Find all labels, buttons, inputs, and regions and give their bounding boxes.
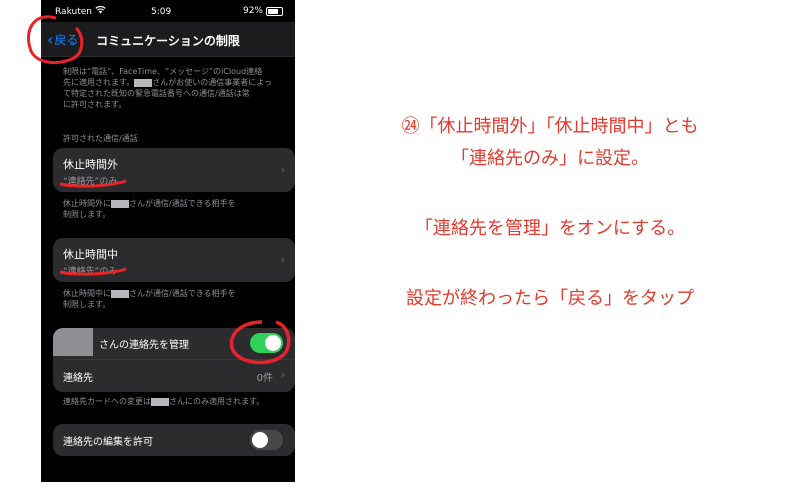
intro-line-3: て特定された既知の緊急電話番号への通信/通話は常 (63, 89, 250, 98)
annotation-line-2: 「連絡先のみ」に設定。 (451, 148, 649, 169)
downtime-in-note-line2: 制限します。 (63, 300, 111, 309)
battery-icon (266, 6, 283, 16)
toggle-knob (265, 335, 281, 351)
manage-contacts-label: さんの連絡先を管理 (99, 340, 189, 351)
intro-line-2a: 先に適用されます。 (63, 78, 135, 87)
contacts-note-a: 連絡先カードへの変更は (63, 397, 151, 406)
annotation-line-4: 設定が終わったら「戻る」をタップ (406, 288, 694, 309)
contacts-row[interactable] (53, 360, 295, 392)
status-bar: Rakuten 5:09 92% (41, 0, 295, 22)
annotation-line-1: ㉔「休止時間外」「休止時間中」とも (401, 116, 699, 137)
contacts-note-b: さんにのみ適用されます。 (169, 397, 265, 406)
allow-edit-row: 連絡先の編集を許可 (53, 424, 295, 456)
page-title: コミュニケーションの制限 (96, 34, 240, 48)
downtime-out-row[interactable]: 休止時間外 “連絡先”のみ › (53, 148, 295, 192)
wifi-icon (95, 5, 106, 17)
downtime-out-note-a: 休止時間外に (63, 199, 111, 208)
carrier-label: Rakuten (55, 7, 92, 17)
intro-line-2: 先に適用されます。 さんがお使いの通信事業者によっ (63, 77, 289, 88)
chevron-right-icon: › (280, 163, 285, 176)
downtime-out-note-line1: 休止時間外に さんが通信/通話できる相手を (63, 198, 236, 209)
redacted-name (53, 328, 93, 356)
manage-contacts-toggle[interactable] (250, 333, 283, 353)
downtime-in-note: 休止時間中に さんが通信/通話できる相手を 制限します。 (63, 288, 236, 310)
downtime-in-note-b: さんが通信/通話できる相手を (129, 289, 236, 298)
intro-note: 制限は“電話”、FaceTime、“メッセージ”のiCloud連絡 先に適用され… (63, 66, 289, 110)
battery-indicator: 92% (243, 6, 283, 16)
intro-line-1: 制限は“電話”、FaceTime、“メッセージ”のiCloud連絡 (63, 67, 263, 76)
contacts-note: 連絡先カードへの変更は さんにのみ適用されます。 (63, 396, 264, 407)
nav-bar: ‹ 戻る コミュニケーションの制限 (41, 22, 295, 57)
downtime-in-value: “連絡先”のみ (63, 267, 118, 277)
phone-screen: Rakuten 5:09 92% ‹ 戻る コミュニケーションの制限 制限は“電… (41, 0, 295, 482)
redacted-name (111, 199, 129, 208)
redacted-name (111, 289, 129, 298)
downtime-out-note: 休止時間外に さんが通信/通話できる相手を 制限します。 (63, 198, 236, 220)
allowed-section-header: 許可された通信/通話 (63, 134, 138, 143)
downtime-in-note-line1: 休止時間中に さんが通信/通話できる相手を (63, 288, 236, 299)
downtime-in-title: 休止時間中 (63, 248, 118, 261)
status-time: 5:09 (151, 7, 172, 17)
downtime-in-row[interactable]: 休止時間中 “連絡先”のみ › (53, 238, 295, 282)
downtime-out-note-b: さんが通信/通話できる相手を (129, 199, 236, 208)
battery-percent: 92% (242, 6, 263, 16)
intro-line-2b: さんがお使いの通信事業者によっ (152, 78, 272, 87)
downtime-out-title: 休止時間外 (63, 158, 118, 171)
allow-edit-label: 連絡先の編集を許可 (63, 437, 153, 448)
redacted-name (151, 397, 169, 406)
toggle-knob (252, 432, 268, 448)
allow-edit-toggle[interactable] (250, 430, 283, 450)
annotation-line-3: 「連絡先を管理」をオンにする。 (414, 218, 686, 239)
downtime-out-value: “連絡先”のみ (63, 177, 118, 187)
downtime-in-note-a: 休止時間中に (63, 289, 111, 298)
battery-fill (268, 8, 279, 14)
chevron-right-icon: › (280, 253, 285, 266)
redacted-name (134, 78, 153, 87)
downtime-out-note-line2: 制限します。 (63, 210, 111, 219)
intro-line-4: に許可されます。 (63, 100, 127, 109)
